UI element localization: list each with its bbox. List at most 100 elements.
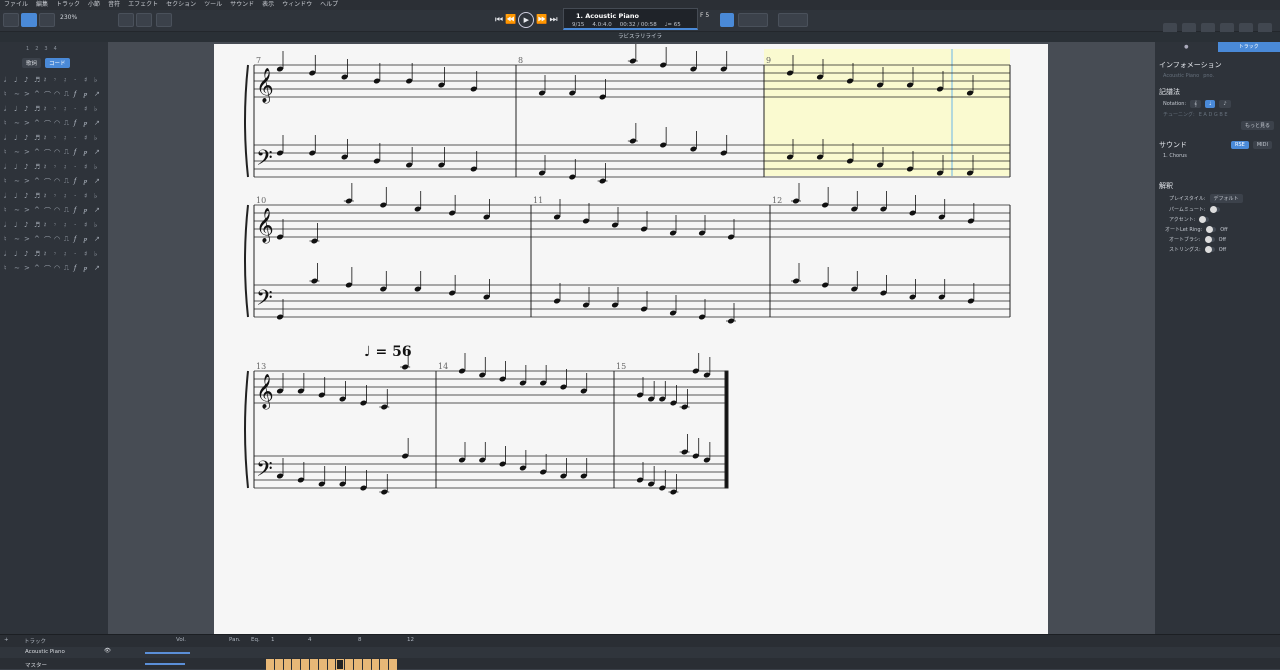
palette-tool-icon[interactable]: ♯ bbox=[84, 192, 93, 201]
palette-tool-icon[interactable]: ↗ bbox=[94, 264, 103, 274]
palette-tool-icon[interactable]: ⎍ bbox=[64, 206, 73, 216]
palette-tool-icon[interactable]: 𝄿 bbox=[64, 221, 73, 230]
palette-tool-icon[interactable]: ↗ bbox=[94, 177, 103, 187]
palette-tool-icon[interactable]: ♪ bbox=[24, 192, 33, 201]
palette-tool-icon[interactable]: ◠ bbox=[54, 119, 63, 129]
palette-tool-icon[interactable]: 𝄾 bbox=[54, 76, 63, 85]
palette-tool-icon[interactable]: ♬ bbox=[34, 105, 43, 114]
palette-tool-icon[interactable]: 𝄽 bbox=[44, 105, 53, 114]
palette-tool-icon[interactable]: ^ bbox=[34, 148, 43, 158]
palette-tool-icon[interactable]: > bbox=[24, 90, 33, 100]
palette-tool-icon[interactable]: 𝄿 bbox=[64, 76, 73, 85]
palette-tool-icon[interactable]: > bbox=[24, 177, 33, 187]
palette-tool-icon[interactable]: ♬ bbox=[34, 163, 43, 172]
menu-item-6[interactable]: セクション bbox=[166, 0, 196, 10]
info-short-name-field[interactable]: pno. bbox=[1203, 73, 1214, 79]
palette-tool-icon[interactable]: ♯ bbox=[84, 134, 93, 143]
palette-tool-icon[interactable]: ∼ bbox=[14, 264, 23, 274]
menu-item-9[interactable]: 表示 bbox=[262, 0, 274, 10]
info-instrument-field[interactable]: Acoustic Piano bbox=[1163, 73, 1199, 79]
voice-tab-2[interactable]: 2 bbox=[35, 46, 38, 52]
chords-button[interactable]: コード bbox=[45, 58, 70, 68]
palette-tool-icon[interactable]: · bbox=[74, 250, 83, 259]
track-row[interactable]: Acoustic Piano 👁 bbox=[0, 647, 1280, 658]
palette-tool-icon[interactable]: > bbox=[24, 206, 33, 216]
palette-tool-icon[interactable]: 𝄽 bbox=[44, 221, 53, 230]
palette-tool-icon[interactable]: ∼ bbox=[14, 177, 23, 187]
palette-tool-icon[interactable]: ◠ bbox=[54, 264, 63, 274]
palette-tool-icon[interactable]: ↗ bbox=[94, 119, 103, 129]
palette-tool-icon[interactable]: ♮ bbox=[4, 148, 13, 158]
palette-tool-icon[interactable]: ♪ bbox=[24, 134, 33, 143]
palette-tool-icon[interactable]: 𝄿 bbox=[64, 192, 73, 201]
lcd-track-title[interactable]: 1. Acoustic Piano bbox=[576, 12, 639, 20]
palette-tool-icon[interactable]: · bbox=[74, 76, 83, 85]
palette-tool-icon[interactable]: ^ bbox=[34, 90, 43, 100]
palette-tool-icon[interactable]: 𝆑 bbox=[74, 235, 83, 245]
palette-tool-icon[interactable]: ↗ bbox=[94, 90, 103, 100]
play-style-select[interactable]: デフォルト bbox=[1210, 194, 1243, 203]
notation-standard-button[interactable]: ♩ bbox=[1205, 100, 1215, 108]
rse-button[interactable]: RSE bbox=[1231, 141, 1249, 149]
palette-tool-icon[interactable]: ♪ bbox=[24, 163, 33, 172]
more-button[interactable]: もっと見る bbox=[1241, 121, 1274, 130]
palette-tool-icon[interactable]: 𝆏 bbox=[84, 264, 93, 274]
palette-tool-icon[interactable]: 𝆏 bbox=[84, 235, 93, 245]
palette-tool-icon[interactable]: ♩ bbox=[14, 76, 23, 85]
palette-tool-icon[interactable]: 𝄽 bbox=[44, 76, 53, 85]
palette-tool-icon[interactable]: ⌒ bbox=[44, 177, 53, 187]
palette-tool-icon[interactable]: ♬ bbox=[34, 221, 43, 230]
palette-tool-icon[interactable]: ♪ bbox=[24, 221, 33, 230]
palette-tool-icon[interactable]: ⎍ bbox=[64, 119, 73, 129]
sound-bank-item[interactable]: 1. Chorus bbox=[1163, 153, 1187, 159]
go-start-icon[interactable]: ⏮ bbox=[495, 15, 503, 25]
palette-tool-icon[interactable]: ♮ bbox=[4, 264, 13, 274]
palette-tool-icon[interactable]: 𝄿 bbox=[64, 250, 73, 259]
palette-tool-icon[interactable]: · bbox=[74, 134, 83, 143]
midi-button[interactable]: MIDI bbox=[1253, 141, 1272, 149]
palette-tool-icon[interactable]: ♮ bbox=[4, 206, 13, 216]
notation-slash-button[interactable]: ♪ bbox=[1219, 100, 1230, 108]
palette-tool-icon[interactable]: ♯ bbox=[84, 221, 93, 230]
layout-page-button[interactable] bbox=[3, 13, 19, 27]
palette-tool-icon[interactable]: ♩ bbox=[14, 163, 23, 172]
palette-tool-icon[interactable]: ∼ bbox=[14, 148, 23, 158]
palette-tool-icon[interactable]: 𝄾 bbox=[54, 163, 63, 172]
palette-tool-icon[interactable]: ♭ bbox=[94, 105, 103, 114]
palette-tool-icon[interactable]: ♭ bbox=[94, 76, 103, 85]
inspector-tab-track[interactable]: トラック bbox=[1218, 42, 1280, 52]
palette-tool-icon[interactable]: ♪ bbox=[24, 250, 33, 259]
palette-tool-icon[interactable]: ♬ bbox=[34, 76, 43, 85]
palette-tool-icon[interactable]: 𝄿 bbox=[64, 105, 73, 114]
palette-tool-icon[interactable]: ♮ bbox=[4, 235, 13, 245]
palette-tool-icon[interactable]: ◠ bbox=[54, 235, 63, 245]
palette-tool-icon[interactable]: ⌒ bbox=[44, 235, 53, 245]
palette-tool-icon[interactable]: · bbox=[74, 163, 83, 172]
auto-brush-toggle[interactable] bbox=[1205, 237, 1215, 242]
palette-tool-icon[interactable]: 𝄿 bbox=[64, 163, 73, 172]
palette-tool-icon[interactable]: 𝆑 bbox=[74, 206, 83, 216]
palette-tool-icon[interactable]: ◠ bbox=[54, 90, 63, 100]
track-name[interactable]: Acoustic Piano bbox=[25, 649, 65, 655]
palette-tool-icon[interactable]: ∼ bbox=[14, 90, 23, 100]
palette-tool-icon[interactable]: ⌒ bbox=[44, 119, 53, 129]
palette-tool-icon[interactable]: 𝆑 bbox=[74, 148, 83, 158]
palette-tool-icon[interactable]: ♩ bbox=[14, 192, 23, 201]
palette-tool-icon[interactable]: 𝆑 bbox=[74, 119, 83, 129]
voice-tab-4[interactable]: 4 bbox=[54, 46, 57, 52]
rewind-icon[interactable]: ⏪ bbox=[505, 15, 516, 25]
palette-tool-icon[interactable]: ♬ bbox=[34, 134, 43, 143]
palette-tool-icon[interactable]: ^ bbox=[34, 119, 43, 129]
palette-tool-icon[interactable]: ⎍ bbox=[64, 235, 73, 245]
palette-tool-icon[interactable]: ↗ bbox=[94, 206, 103, 216]
palette-tool-icon[interactable]: ⌒ bbox=[44, 264, 53, 274]
menu-item-5[interactable]: エフェクト bbox=[128, 0, 158, 10]
loop-button[interactable] bbox=[720, 13, 734, 27]
edit-mode-button[interactable] bbox=[778, 13, 808, 27]
auto-let-ring-toggle[interactable] bbox=[1206, 227, 1216, 232]
palette-tool-icon[interactable]: 𝄽 bbox=[44, 192, 53, 201]
palette-tool-icon[interactable]: ♭ bbox=[94, 192, 103, 201]
palette-tool-icon[interactable]: 𝅗𝅥 bbox=[4, 250, 13, 259]
palette-tool-icon[interactable]: ⎍ bbox=[64, 177, 73, 187]
palette-tool-icon[interactable]: ♮ bbox=[4, 90, 13, 100]
